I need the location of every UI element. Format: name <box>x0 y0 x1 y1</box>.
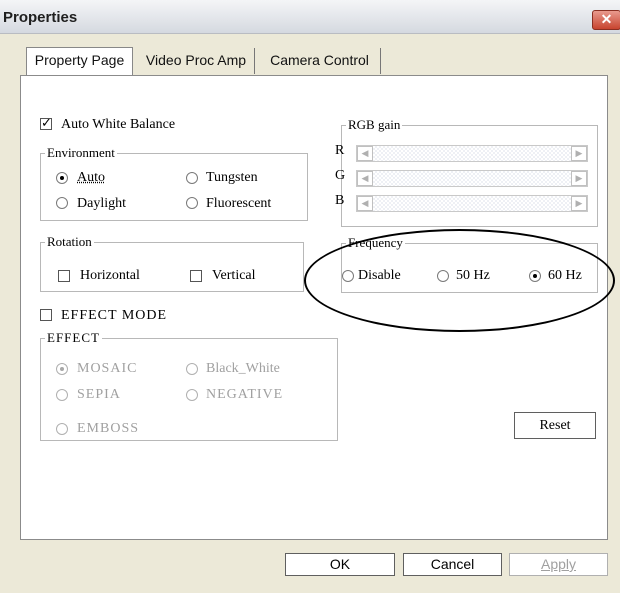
scroll-right-icon[interactable]: ▶ <box>571 171 587 186</box>
environment-auto-label: Auto <box>77 170 105 185</box>
ok-button[interactable]: OK <box>285 553 395 576</box>
effect-mode-checkbox[interactable] <box>40 309 52 321</box>
window-title: Properties <box>3 9 78 26</box>
effect-emboss-radio[interactable] <box>56 423 68 435</box>
rgb-r-slider[interactable]: ◀ ▶ <box>356 145 588 162</box>
tab-label: Video Proc Amp <box>145 52 247 68</box>
scroll-right-icon[interactable]: ▶ <box>571 146 587 161</box>
close-icon: ✕ <box>600 11 613 27</box>
environment-fluorescent-label: Fluorescent <box>206 196 272 211</box>
auto-white-balance-checkbox[interactable] <box>40 116 52 131</box>
effect-black-white-radio[interactable] <box>186 363 198 375</box>
effect-sepia-radio[interactable] <box>56 389 68 401</box>
vertical-checkbox[interactable] <box>190 270 202 282</box>
title-bar: Properties ✕ <box>0 0 620 34</box>
auto-white-balance-label: Auto White Balance <box>61 117 176 132</box>
rgb-g-label: G <box>335 168 346 183</box>
reset-button[interactable]: Reset <box>514 412 596 439</box>
properties-dialog: Properties ✕ Property Page Video Proc Am… <box>0 0 620 593</box>
frequency-disable-radio[interactable] <box>342 270 354 282</box>
rotation-group: Rotation <box>40 234 304 292</box>
effect-negative-radio[interactable] <box>186 389 198 401</box>
tab-label: Camera Control <box>270 52 369 68</box>
tab-video-proc-amp[interactable]: Video Proc Amp <box>138 48 255 74</box>
scroll-left-icon[interactable]: ◀ <box>357 171 373 186</box>
effect-mosaic-label: MOSAIC <box>77 361 138 376</box>
effect-mode-label: EFFECT MODE <box>61 308 168 323</box>
tab-label: Property Page <box>34 52 125 68</box>
frequency-group-label: Frequency <box>346 235 405 251</box>
effect-black-white-label: Black_White <box>206 361 280 376</box>
effect-mosaic-radio[interactable] <box>56 363 68 375</box>
rgb-r-label: R <box>335 143 345 158</box>
environment-daylight-label: Daylight <box>77 196 126 211</box>
environment-fluorescent-radio[interactable] <box>186 197 198 209</box>
frequency-60hz-label: 60 Hz <box>548 268 582 283</box>
frequency-60hz-radio[interactable] <box>529 270 541 282</box>
scroll-right-icon[interactable]: ▶ <box>571 196 587 211</box>
environment-daylight-radio[interactable] <box>56 197 68 209</box>
horizontal-checkbox[interactable] <box>58 270 70 282</box>
rotation-group-label: Rotation <box>45 234 94 250</box>
frequency-50hz-radio[interactable] <box>437 270 449 282</box>
rgb-b-label: B <box>335 193 345 208</box>
apply-button[interactable]: Apply <box>509 553 608 576</box>
effect-emboss-label: EMBOSS <box>77 421 140 436</box>
frequency-disable-label: Disable <box>358 268 401 283</box>
effect-group-label: EFFECT <box>45 330 102 346</box>
rgb-gain-group-label: RGB gain <box>346 117 403 133</box>
rgb-g-slider[interactable]: ◀ ▶ <box>356 170 588 187</box>
effect-negative-label: NEGATIVE <box>206 387 284 402</box>
horizontal-label: Horizontal <box>80 268 140 283</box>
frequency-50hz-label: 50 Hz <box>456 268 490 283</box>
vertical-label: Vertical <box>212 268 256 283</box>
close-button[interactable]: ✕ <box>592 10 620 30</box>
effect-sepia-label: SEPIA <box>77 387 121 402</box>
rgb-b-slider[interactable]: ◀ ▶ <box>356 195 588 212</box>
tab-property-page[interactable]: Property Page <box>26 47 133 75</box>
environment-tungsten-label: Tungsten <box>206 170 258 185</box>
scroll-left-icon[interactable]: ◀ <box>357 196 373 211</box>
tab-camera-control[interactable]: Camera Control <box>259 48 381 74</box>
environment-group-label: Environment <box>45 145 117 161</box>
cancel-button[interactable]: Cancel <box>403 553 502 576</box>
environment-tungsten-radio[interactable] <box>186 172 198 184</box>
scroll-left-icon[interactable]: ◀ <box>357 146 373 161</box>
environment-auto-radio[interactable] <box>56 172 68 184</box>
